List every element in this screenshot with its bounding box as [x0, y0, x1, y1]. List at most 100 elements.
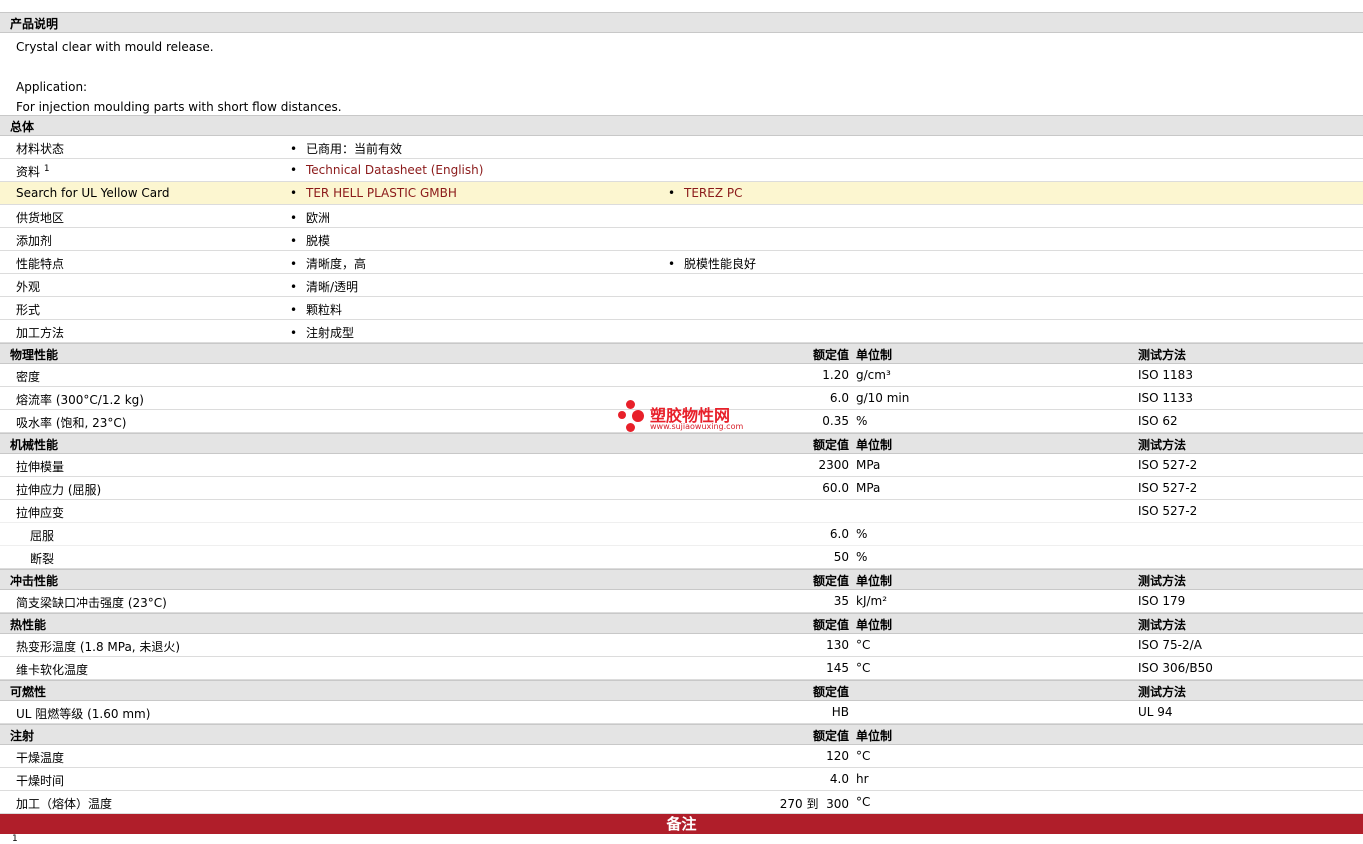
row-value: 欧洲: [306, 211, 331, 225]
notes-header: 备注: [0, 814, 1363, 834]
section-title: 热性能: [10, 618, 47, 632]
property-value: 35: [833, 594, 849, 608]
section-header-general: 总体: [0, 115, 1363, 136]
general-row-documents: 资料 1 • Technical Datasheet (English): [0, 159, 1363, 182]
general-row-form: 形式 • 颗粒料: [0, 297, 1363, 320]
ul-card-link-product[interactable]: TEREZ PC: [684, 186, 742, 200]
column-header-method: 测试方法: [1138, 618, 1187, 632]
property-row: 维卡软化温度 145 °C ISO 306/B50: [0, 657, 1363, 680]
column-header-unit: 单位制: [856, 729, 893, 743]
property-unit: g/10 min: [856, 391, 910, 405]
column-header-unit: 单位制: [856, 574, 893, 588]
bullet-icon: •: [668, 186, 676, 200]
property-method: ISO 527-2: [1138, 504, 1198, 518]
row-value: 脱模性能良好: [684, 257, 757, 271]
property-label: 拉伸模量: [16, 460, 65, 474]
property-unit: °C: [856, 795, 871, 809]
section-title: 可燃性: [10, 685, 47, 699]
row-label: 材料状态: [16, 142, 65, 156]
footnote-number: 1: [12, 834, 18, 844]
property-label: 加工（熔体）温度: [16, 797, 113, 811]
general-row-region: 供货地区 • 欧洲: [0, 205, 1363, 228]
property-subrow: 断裂 50 %: [0, 546, 1363, 569]
watermark-logo-icon: [618, 400, 646, 434]
property-value: 6.0: [829, 527, 849, 541]
property-unit: kJ/m²: [856, 594, 888, 608]
property-value: 145: [826, 661, 849, 675]
row-value: 颗粒料: [306, 303, 343, 317]
general-row-processing: 加工方法 • 注射成型: [0, 320, 1363, 343]
bullet-icon: •: [290, 257, 298, 271]
section-title: 注射: [10, 729, 35, 743]
bullet-icon: •: [290, 280, 298, 294]
description-line: For injection moulding parts with short …: [16, 100, 342, 114]
property-unit: g/cm³: [856, 368, 891, 382]
property-row: 干燥时间 4.0 hr: [0, 768, 1363, 791]
property-unit: °C: [856, 638, 871, 652]
property-value: 50: [833, 550, 849, 564]
bullet-icon: •: [668, 257, 676, 271]
row-label: 供货地区: [16, 211, 65, 225]
property-row: 加工（熔体）温度 270 到 300 °C: [0, 791, 1363, 814]
property-row: 拉伸应力 (屈服) 60.0 MPa ISO 527-2: [0, 477, 1363, 500]
row-label: 加工方法: [16, 326, 65, 340]
property-label: 维卡软化温度: [16, 663, 89, 677]
row-label: 添加剂: [16, 234, 53, 248]
property-unit: °C: [856, 749, 871, 763]
property-value: HB: [831, 705, 849, 719]
column-header-value: 额定值: [812, 729, 849, 743]
column-header-value: 额定值: [812, 574, 849, 588]
property-subrow: 屈服 6.0 %: [0, 523, 1363, 546]
property-unit: %: [856, 414, 868, 428]
section-title: 物理性能: [10, 348, 59, 362]
section-header-impact: 冲击性能 额定值 单位制 测试方法: [0, 569, 1363, 590]
row-label: Search for UL Yellow Card: [16, 186, 170, 200]
column-header-value: 额定值: [812, 348, 849, 362]
section-header-injection: 注射 额定值 单位制: [0, 724, 1363, 745]
column-header-unit: 单位制: [856, 438, 893, 452]
site-watermark: 塑胶物性网 www.sujiaowuxing.com: [618, 398, 758, 438]
property-label: 干燥时间: [16, 774, 65, 788]
watermark-url: www.sujiaowuxing.com: [650, 422, 744, 431]
property-unit: MPa: [856, 481, 881, 495]
property-value: 1.20: [822, 368, 849, 382]
section-header-description: 产品说明: [0, 12, 1363, 33]
datasheet-link[interactable]: Technical Datasheet (English): [306, 163, 483, 177]
property-label: 屈服: [30, 529, 55, 543]
row-label: 性能特点: [16, 257, 65, 271]
property-label: UL 阻燃等级 (1.60 mm): [16, 707, 151, 721]
property-unit: °C: [856, 661, 871, 675]
property-value: 120: [826, 749, 849, 763]
column-header-value: 额定值: [812, 618, 849, 632]
property-label: 干燥温度: [16, 751, 65, 765]
property-label: 简支梁缺口冲击强度 (23°C): [16, 596, 167, 610]
property-method: ISO 527-2: [1138, 481, 1198, 495]
row-value: 清晰度，高: [306, 257, 367, 271]
section-header-physical: 物理性能 额定值 单位制 测试方法: [0, 343, 1363, 364]
column-header-method: 测试方法: [1138, 685, 1187, 699]
bullet-icon: •: [290, 163, 298, 177]
row-label: 形式: [16, 303, 41, 317]
property-method: ISO 75-2/A: [1138, 638, 1202, 652]
property-method: ISO 1183: [1138, 368, 1193, 382]
general-row-status: 材料状态 • 已商用：当前有效: [0, 136, 1363, 159]
section-title: 冲击性能: [10, 574, 59, 588]
property-row: 简支梁缺口冲击强度 (23°C) 35 kJ/m² ISO 179: [0, 590, 1363, 613]
property-row: 密度 1.20 g/cm³ ISO 1183: [0, 364, 1363, 387]
column-header-method: 测试方法: [1138, 348, 1187, 362]
property-unit: %: [856, 550, 868, 564]
property-method: UL 94: [1138, 705, 1173, 719]
property-row: 拉伸应变 ISO 527-2: [0, 500, 1363, 523]
property-label: 熔流率 (300°C/1.2 kg): [16, 393, 144, 407]
description-line: Application:: [16, 80, 88, 94]
row-value: 注射成型: [306, 326, 355, 340]
ul-card-link-company[interactable]: TER HELL PLASTIC GMBH: [306, 186, 457, 200]
row-value: 已商用：当前有效: [306, 142, 403, 156]
general-row-ul-search: Search for UL Yellow Card • TER HELL PLAS…: [0, 182, 1363, 205]
bullet-icon: •: [290, 186, 298, 200]
footnote-ref: 1: [43, 164, 50, 174]
section-header-thermal: 热性能 额定值 单位制 测试方法: [0, 613, 1363, 634]
property-method: ISO 306/B50: [1138, 661, 1213, 675]
column-header-unit: 单位制: [856, 348, 893, 362]
property-value: 130: [826, 638, 849, 652]
